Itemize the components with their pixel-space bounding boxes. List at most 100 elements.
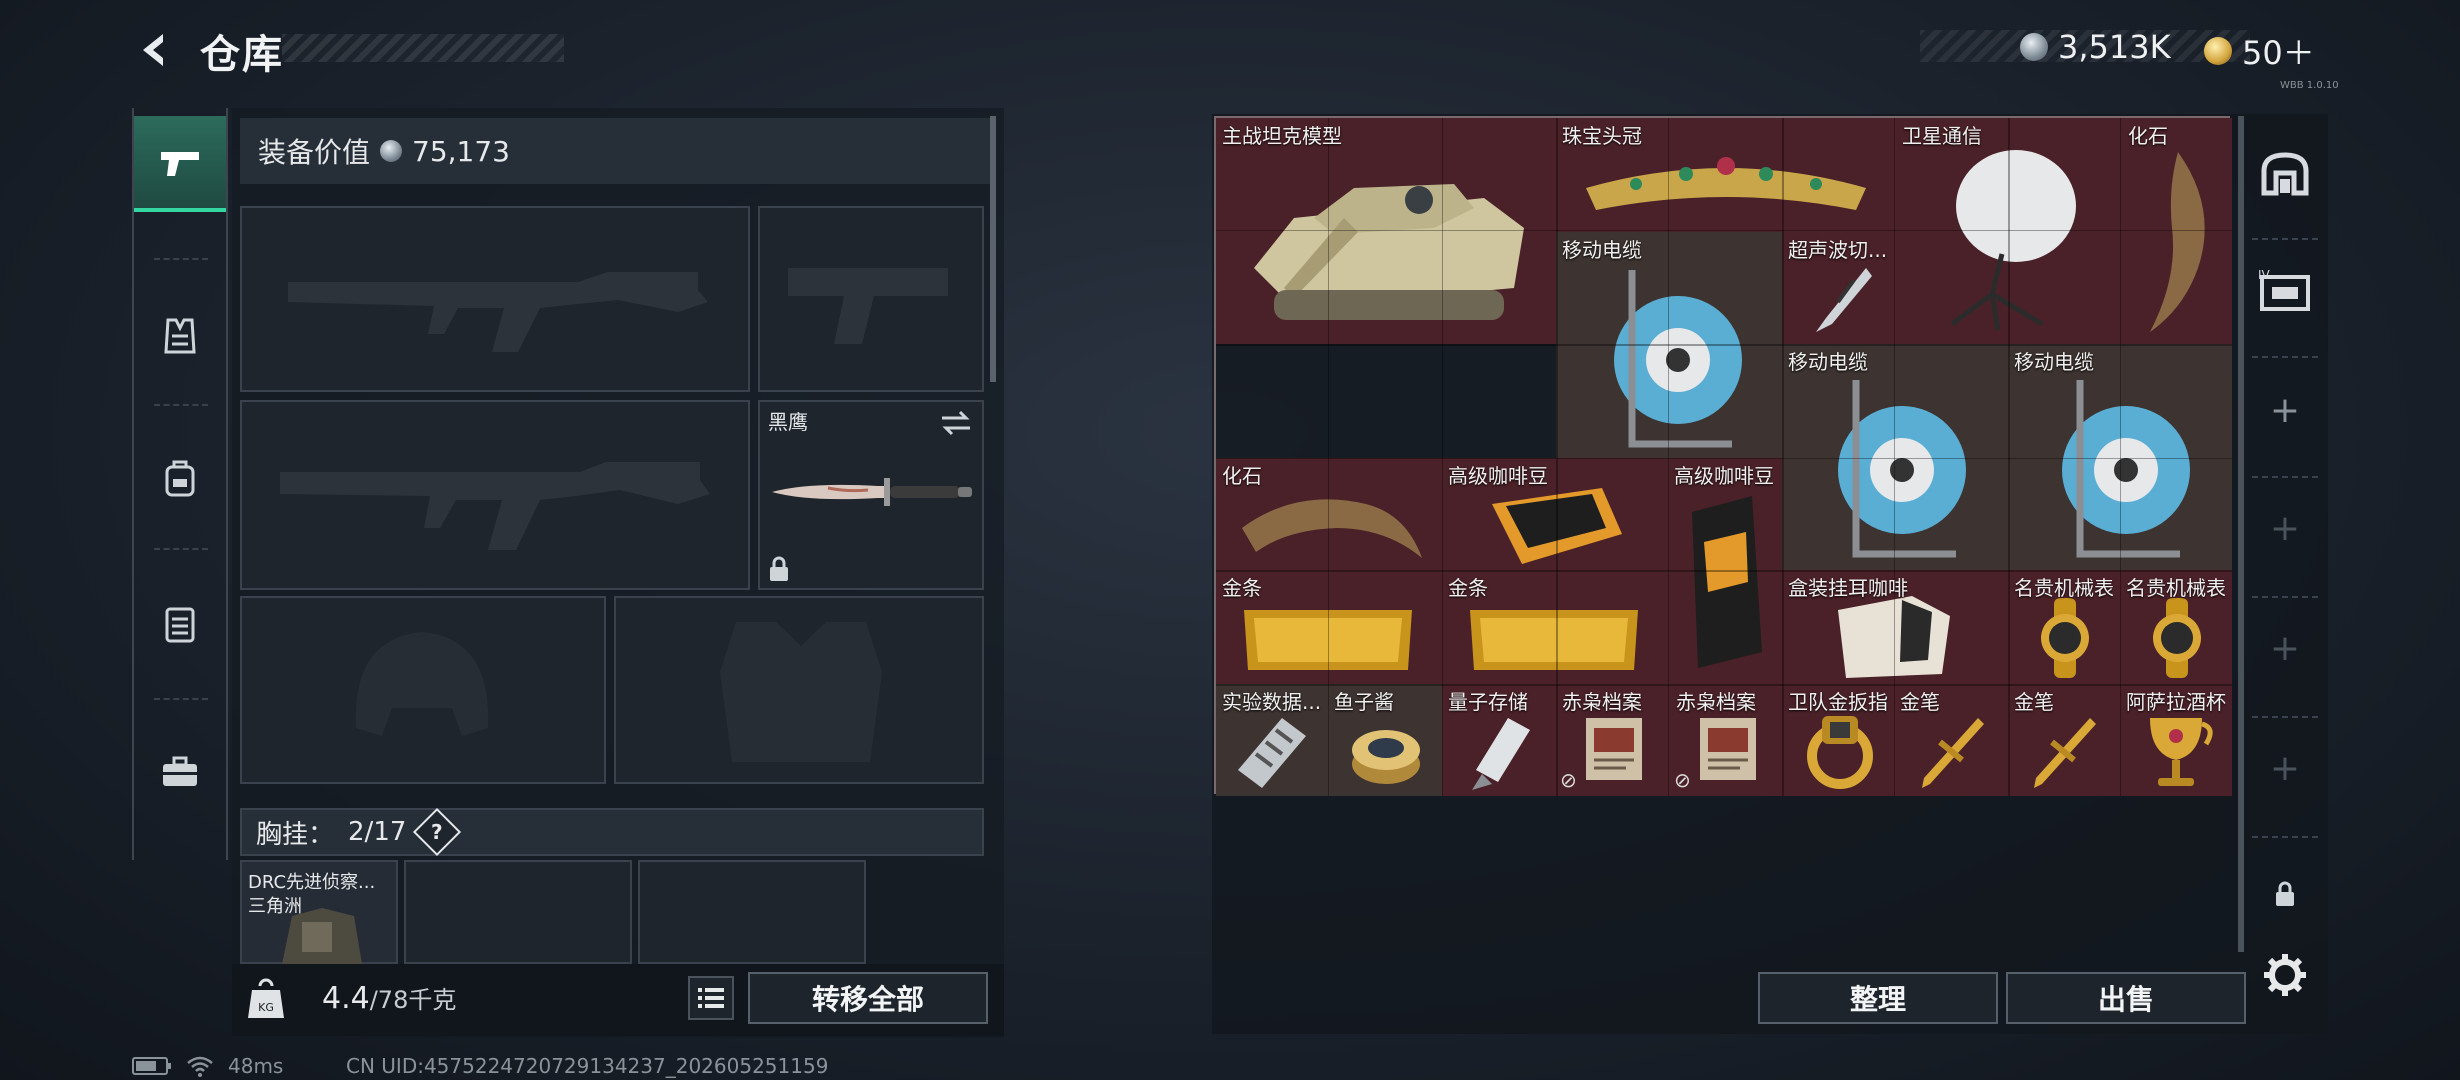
svg-text:KG: KG: [258, 1001, 274, 1014]
version-code: WBB 1.0.10: [2280, 80, 2339, 91]
storage-item-fossil[interactable]: 化石: [1216, 458, 1442, 570]
add-storage-page[interactable]: +: [2242, 478, 2328, 578]
item-name: 名贵机械表: [2126, 576, 2226, 600]
goblet-icon: [2150, 718, 2213, 786]
pistol-slot[interactable]: [758, 206, 984, 392]
add-storage-page[interactable]: +: [2242, 718, 2328, 818]
storage-item-luxury-watch[interactable]: 名贵机械表: [2008, 570, 2120, 684]
storage-item-tank-model[interactable]: 主战坦克模型: [1216, 118, 1556, 344]
lock-icon: [770, 556, 788, 581]
locked-storage-page[interactable]: [2242, 844, 2328, 944]
back-button[interactable]: [130, 26, 180, 74]
storage-item-cable-reel[interactable]: 移动电缆: [1782, 344, 2008, 570]
item-name: 高级咖啡豆: [1674, 464, 1774, 488]
gear-icon: [2264, 954, 2306, 996]
item-name: 实验数据...: [1222, 690, 1322, 714]
nav-divider: [2252, 836, 2318, 838]
nav-case[interactable]: [134, 576, 226, 672]
storage-item-fossil[interactable]: 化石: [2122, 118, 2232, 344]
storage-item-red-owl-file[interactable]: 赤枭档案 ⊘: [1670, 684, 1782, 796]
ultrasonic-cutter-icon: [1816, 268, 1872, 332]
item-name: 名贵机械表: [2014, 576, 2114, 600]
data-drive-icon: [1238, 718, 1306, 788]
storage-item-luxury-watch[interactable]: 名贵机械表: [2120, 570, 2232, 684]
item-name: 移动电缆: [1562, 238, 1642, 262]
primary-weapon-slot-2[interactable]: [240, 400, 750, 590]
silver-currency[interactable]: 3,513K: [2020, 28, 2171, 66]
help-button[interactable]: ?: [413, 807, 462, 857]
svg-text:IV: IV: [2258, 268, 2271, 282]
storage-item-premium-coffee[interactable]: 高级咖啡豆: [1442, 458, 1668, 570]
storage-item-lab-data[interactable]: 实验数据...: [1216, 684, 1328, 796]
storage-item-gold-pen[interactable]: 金笔: [2008, 684, 2120, 796]
silver-coin-icon: [2020, 33, 2048, 61]
chest-rig-item[interactable]: DRC先进侦察... 三角洲: [240, 860, 398, 964]
storage-item-caviar[interactable]: 鱼子酱: [1328, 684, 1442, 796]
storage-item-drip-coffee-box[interactable]: 盒装挂耳咖啡: [1782, 570, 2008, 684]
nav-toolbox[interactable]: [134, 724, 226, 820]
storage-item-guard-ring[interactable]: 卫队金扳指: [1782, 684, 1894, 796]
back-arrow-icon: [143, 34, 163, 66]
item-name: 移动电缆: [1788, 350, 1868, 374]
add-storage-page[interactable]: +: [2242, 360, 2328, 460]
help-icon: ?: [431, 819, 444, 844]
chest-rig-bar: 胸挂： 2/17 ?: [240, 807, 984, 857]
equipment-scrollbar[interactable]: [990, 116, 996, 382]
storage-item-red-owl-file[interactable]: 赤枭档案 ⊘: [1556, 684, 1670, 796]
storage-tab-4[interactable]: IV: [2242, 240, 2328, 340]
storage-item-gold-bar[interactable]: 金条: [1216, 570, 1442, 684]
primary-weapon-slot-1[interactable]: [240, 206, 750, 392]
no-mark-icon: ⊘: [1560, 768, 1577, 792]
add-storage-page[interactable]: +: [2242, 598, 2328, 698]
item-name: 珠宝头冠: [1562, 124, 1642, 148]
nav-divider: [154, 258, 208, 260]
storage-item-jewel-crown[interactable]: 珠宝头冠: [1556, 118, 1896, 232]
item-name: 赤枭档案: [1676, 690, 1756, 714]
storage-level-icon: IV: [2258, 268, 2310, 311]
plus-icon: +: [2269, 627, 2301, 669]
storage-item-asara-goblet[interactable]: 阿萨拉酒杯: [2120, 684, 2232, 796]
nav-backpack[interactable]: [134, 430, 226, 526]
storage-tab-main[interactable]: [2242, 124, 2328, 224]
grid-line: [1216, 230, 2232, 231]
grid-line: [1782, 118, 1784, 796]
grid-line: [1442, 118, 1443, 796]
cable-reel-icon: [1614, 270, 1742, 448]
page-title: 仓库: [200, 32, 284, 78]
chest-rig-slot[interactable]: [638, 860, 866, 964]
list-view-button[interactable]: [688, 976, 734, 1020]
user-uid: CN UID:4575224720729134237_202605251159: [346, 1054, 829, 1078]
item-name: 高级咖啡豆: [1448, 464, 1548, 488]
chest-rig-slot[interactable]: [404, 860, 632, 964]
item-name: 主战坦克模型: [1222, 124, 1342, 148]
storage-item-gold-bar[interactable]: 金条: [1442, 570, 1668, 684]
melee-slot[interactable]: 黑鹰: [758, 400, 984, 590]
swap-icon[interactable]: [940, 410, 972, 436]
fossil-claw-icon: [2150, 152, 2205, 332]
nav-chest-rig[interactable]: [134, 288, 226, 384]
gold-currency[interactable]: 50＋: [2204, 28, 2315, 74]
cable-reel-icon: [1838, 380, 1966, 558]
transfer-all-button[interactable]: 转移全部: [748, 972, 988, 1024]
title-decoration: [282, 34, 564, 62]
storage-item-quantum-storage[interactable]: 量子存储: [1442, 684, 1556, 796]
item-name: 卫星通信: [1902, 124, 1982, 148]
storage-page-nav: IV + + + +: [2242, 114, 2328, 994]
grid-line: [2008, 118, 2010, 796]
organize-button[interactable]: 整理: [1758, 972, 1998, 1024]
sell-button[interactable]: 出售: [2006, 972, 2246, 1024]
storage-item-ultrasonic-cutter[interactable]: 超声波切...: [1782, 232, 1896, 344]
armor-slot[interactable]: [614, 596, 984, 784]
no-mark-icon: ⊘: [1674, 768, 1691, 792]
settings-button[interactable]: [2262, 952, 2308, 998]
storage-house-icon: [2261, 152, 2309, 196]
weight-readout: 4.4 /78千克: [322, 980, 456, 1016]
ping-readout: 48ms: [228, 1054, 284, 1078]
rifle-silhouette-icon: [288, 272, 708, 352]
equipment-value-bar: 装备价值 75,173: [240, 118, 992, 184]
storage-item-gold-pen[interactable]: 金笔: [1894, 684, 2008, 796]
vest-icon: [164, 318, 196, 354]
combat-knife-icon: [772, 478, 972, 506]
nav-weapon[interactable]: [134, 116, 226, 212]
helmet-slot[interactable]: [240, 596, 606, 784]
